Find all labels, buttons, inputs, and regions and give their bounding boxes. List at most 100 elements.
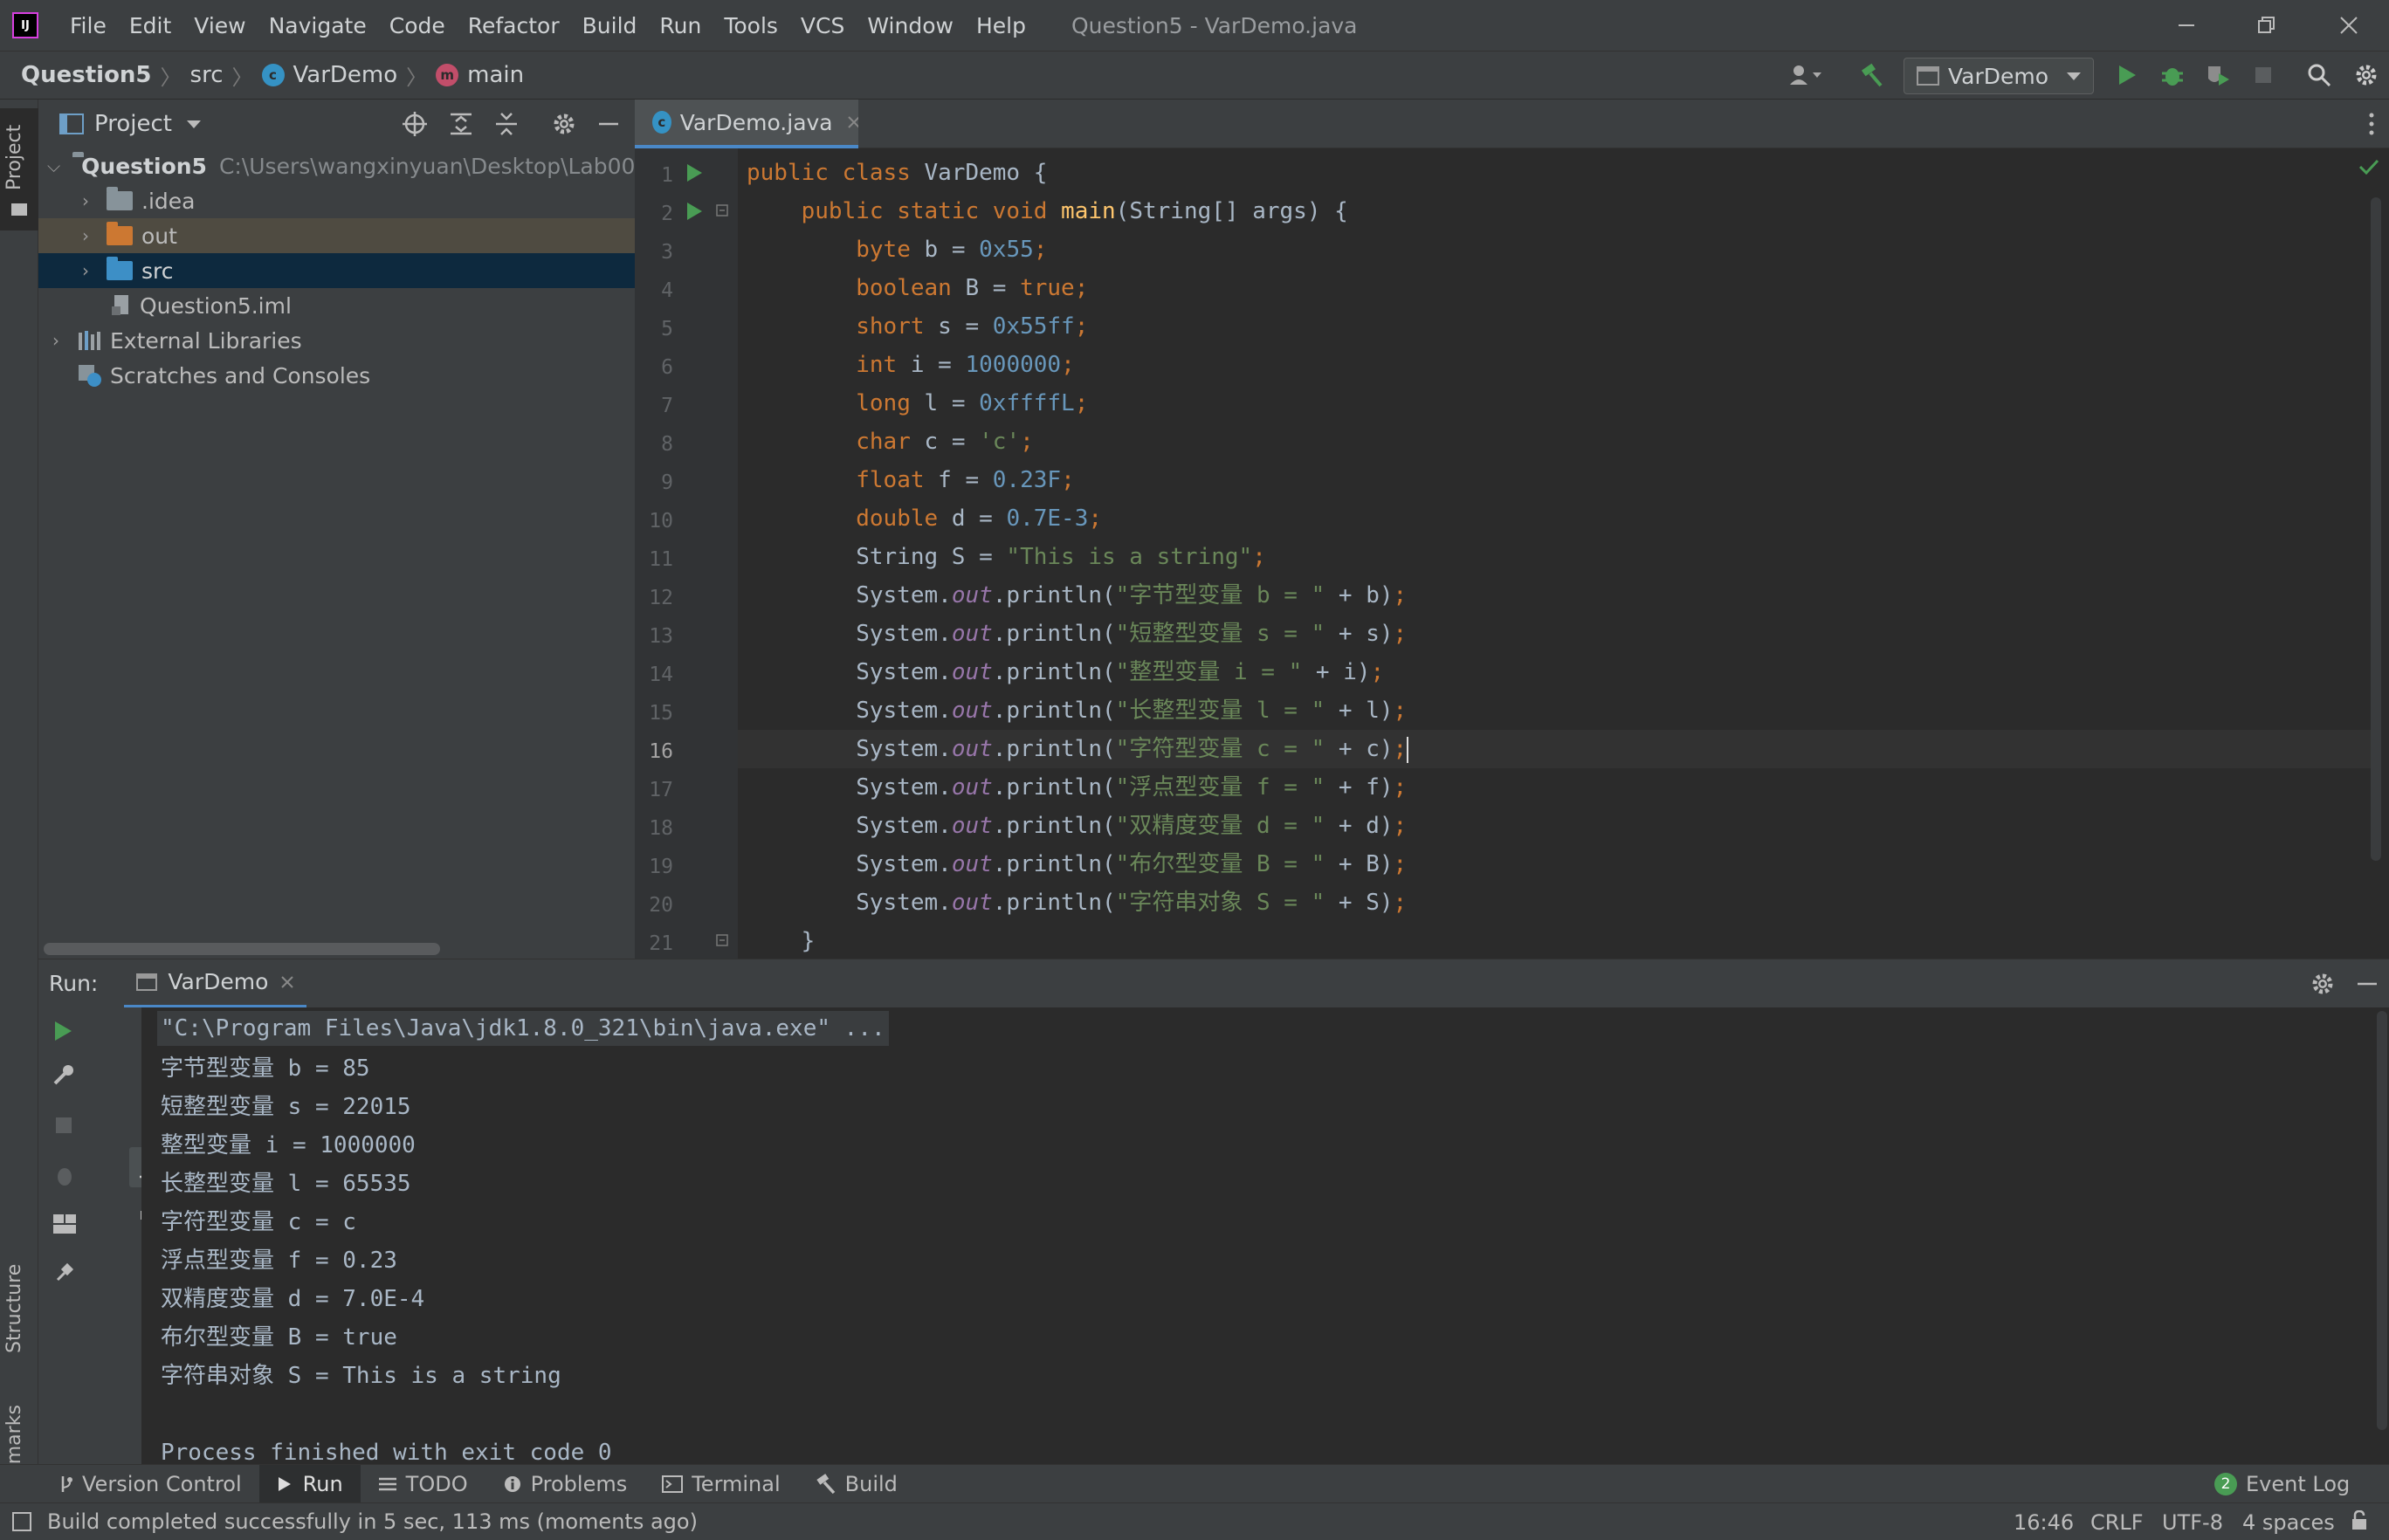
terminal-tab[interactable]: Terminal	[644, 1465, 797, 1503]
toggle-tool-windows-icon[interactable]	[12, 1512, 31, 1531]
line-number[interactable]: 15	[635, 702, 673, 725]
code-line[interactable]: System.out.println("双精度变量 d = " + d);	[747, 807, 1407, 845]
tree-item-scratches[interactable]: Scratches and Consoles	[38, 358, 635, 393]
line-number[interactable]: 1	[635, 164, 673, 187]
chevron-right-icon[interactable]: ›	[77, 225, 94, 246]
line-number[interactable]: 12	[635, 587, 673, 609]
console-scrollbar[interactable]	[2377, 1011, 2387, 1430]
line-number[interactable]: 4	[635, 279, 673, 302]
code-line[interactable]: boolean B = true;	[747, 269, 1088, 307]
chevron-right-icon[interactable]: ›	[77, 190, 94, 211]
code-line[interactable]: System.out.println("长整型变量 l = " + l);	[747, 691, 1407, 730]
code-line[interactable]: float f = 0.23F;	[747, 461, 1074, 499]
todo-tab[interactable]: TODO	[361, 1465, 485, 1503]
code-line[interactable]: System.out.println("字符串对象 S = " + S);	[747, 883, 1407, 922]
more-options-icon[interactable]	[2368, 112, 2375, 136]
project-tool-tab[interactable]: Project	[0, 108, 38, 230]
rerun-icon[interactable]	[52, 1020, 73, 1042]
breadcrumb-project[interactable]: Question5	[21, 62, 152, 88]
line-number[interactable]: 21	[635, 932, 673, 955]
code-line[interactable]: double d = 0.7E-3;	[747, 499, 1102, 538]
line-number[interactable]: 14	[635, 663, 673, 686]
code-line[interactable]: System.out.println("整型变量 i = " + i);	[747, 653, 1384, 691]
menu-vcs[interactable]: VCS	[801, 13, 844, 38]
menu-view[interactable]: View	[194, 13, 245, 38]
code-line[interactable]: System.out.println("字符型变量 c = " + c);	[747, 730, 1409, 768]
account-button[interactable]	[1780, 51, 1832, 100]
layout-icon[interactable]	[52, 1213, 77, 1234]
code-line[interactable]: System.out.println("短整型变量 s = " + s);	[747, 615, 1407, 653]
breadcrumb-class[interactable]: c VarDemo	[261, 62, 397, 88]
code-line[interactable]: byte b = 0x55;	[747, 230, 1047, 269]
line-number[interactable]: 3	[635, 241, 673, 264]
hide-panel-icon[interactable]	[597, 113, 620, 135]
menu-code[interactable]: Code	[389, 13, 445, 38]
expand-all-icon[interactable]	[449, 112, 473, 136]
gutter-run-icon[interactable]	[685, 202, 703, 221]
chevron-down-icon[interactable]: ⌵	[47, 155, 60, 176]
close-tab-icon[interactable]	[280, 975, 294, 989]
menu-window[interactable]: Window	[867, 13, 954, 38]
tree-item-src[interactable]: › src	[38, 253, 635, 288]
vertical-scrollbar[interactable]	[2371, 197, 2381, 861]
problems-tab[interactable]: Problems	[485, 1465, 645, 1503]
line-number[interactable]: 5	[635, 318, 673, 340]
tree-item-question5[interactable]: ⌵ Question5 C:\Users\wangxinyuan\Desktop…	[38, 148, 635, 183]
minimize-button[interactable]	[2146, 0, 2227, 51]
chevron-down-icon[interactable]	[186, 119, 202, 129]
stop-button[interactable]	[2246, 51, 2281, 100]
code-line[interactable]: int i = 1000000;	[747, 346, 1074, 384]
line-number[interactable]: 20	[635, 894, 673, 917]
line-number[interactable]: 2	[635, 203, 673, 225]
run-console[interactable]: "C:\Program Files\Java\jdk1.8.0_321\bin\…	[141, 1007, 2389, 1466]
breadcrumb-method[interactable]: m main	[436, 62, 524, 88]
build-tab[interactable]: Build	[798, 1465, 915, 1503]
code-line[interactable]: public class VarDemo {	[747, 154, 1047, 192]
fold-marker-icon[interactable]	[715, 933, 729, 949]
breadcrumb-src[interactable]: src	[190, 62, 224, 88]
code-editor[interactable]: public class VarDemo { public static voi…	[738, 148, 2389, 959]
wrench-icon[interactable]	[52, 1063, 75, 1086]
tab-vardemo-java[interactable]: c VarDemo.java	[635, 100, 858, 148]
line-number[interactable]: 13	[635, 625, 673, 648]
run-with-coverage-button[interactable]	[2199, 51, 2237, 100]
stop-icon[interactable]	[54, 1116, 73, 1135]
restore-button[interactable]	[2227, 0, 2307, 51]
line-number[interactable]: 8	[635, 433, 673, 456]
menu-help[interactable]: Help	[976, 13, 1026, 38]
hide-panel-icon[interactable]	[2356, 973, 2379, 995]
code-line[interactable]: System.out.println("布尔型变量 B = " + B);	[747, 845, 1407, 883]
line-number[interactable]: 17	[635, 779, 673, 801]
line-number[interactable]: 7	[635, 395, 673, 417]
settings-button[interactable]	[2349, 51, 2384, 100]
line-separator[interactable]: CRLF	[2090, 1510, 2144, 1535]
version-control-tab[interactable]: Version Control	[42, 1465, 259, 1503]
gutter-run-icon[interactable]	[685, 163, 703, 182]
gear-icon[interactable]	[552, 112, 576, 136]
code-line[interactable]: public static void main(String[] args) {	[747, 192, 1348, 230]
search-everywhere-button[interactable]	[2302, 51, 2337, 100]
menu-tools[interactable]: Tools	[724, 13, 778, 38]
code-line[interactable]: System.out.println("浮点型变量 f = " + f);	[747, 768, 1407, 807]
line-number[interactable]: 11	[635, 548, 673, 571]
code-line[interactable]: System.out.println("字节型变量 b = " + b);	[747, 576, 1407, 615]
menu-file[interactable]: File	[70, 13, 107, 38]
run-tool-tab[interactable]: Run	[258, 1464, 361, 1503]
chevron-right-icon[interactable]: ›	[47, 330, 65, 351]
run-button[interactable]	[2110, 51, 2145, 100]
code-line[interactable]: long l = 0xffffL;	[747, 384, 1088, 423]
status-message[interactable]: Build completed successfully in 5 sec, 1…	[47, 1509, 698, 1534]
menu-build[interactable]: Build	[582, 13, 637, 38]
event-log-tab[interactable]: 2 Event Log	[2197, 1465, 2367, 1503]
locate-file-icon[interactable]	[402, 111, 428, 137]
menu-navigate[interactable]: Navigate	[269, 13, 367, 38]
line-number[interactable]: 10	[635, 510, 673, 533]
debug-disabled-icon[interactable]	[52, 1163, 77, 1187]
menu-refactor[interactable]: Refactor	[468, 13, 560, 38]
run-configuration-select[interactable]: VarDemo	[1904, 58, 2094, 94]
line-number[interactable]: 19	[635, 856, 673, 878]
build-hammer-button[interactable]	[1855, 51, 1890, 100]
debug-button[interactable]	[2155, 51, 2190, 100]
line-number[interactable]: 18	[635, 817, 673, 840]
pin-icon[interactable]	[54, 1262, 75, 1283]
